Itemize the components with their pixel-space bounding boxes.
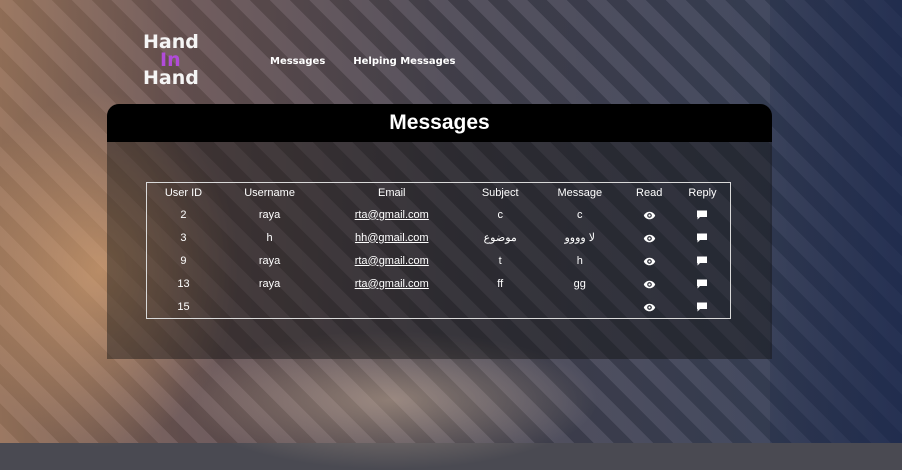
messages-table: User ID Username Email Subject Message R… bbox=[146, 182, 731, 319]
cell-subject: ff bbox=[464, 272, 536, 295]
cell-username: raya bbox=[220, 249, 319, 272]
eye-icon[interactable] bbox=[642, 278, 656, 290]
table-header-row: User ID Username Email Subject Message R… bbox=[147, 183, 730, 203]
comment-icon[interactable] bbox=[695, 301, 709, 313]
cell-message-text: h bbox=[576, 254, 583, 267]
comment-icon[interactable] bbox=[695, 209, 709, 221]
eye-icon[interactable] bbox=[642, 301, 656, 313]
cell-reply bbox=[675, 249, 730, 272]
cell-subject-text: ff bbox=[497, 277, 504, 290]
cell-message: لا وووو bbox=[536, 226, 623, 249]
brand-logo[interactable]: Hand In Hand bbox=[143, 33, 213, 89]
cell-subject: موضوع bbox=[464, 226, 536, 249]
main-nav: Messages Helping Messages bbox=[270, 56, 455, 67]
table-row: 9 raya rta@gmail.com t h bbox=[147, 249, 730, 272]
cell-username: h bbox=[220, 226, 319, 249]
cell-email: rta@gmail.com bbox=[319, 249, 464, 272]
cell-read bbox=[623, 226, 674, 249]
cell-subject: c bbox=[464, 203, 536, 226]
cell-user-id: 3 bbox=[147, 226, 220, 249]
cell-user-id-text: 15 bbox=[177, 300, 190, 313]
cell-reply bbox=[675, 226, 730, 249]
email-link[interactable]: hh@gmail.com bbox=[355, 232, 429, 244]
cell-message: c bbox=[536, 203, 623, 226]
email-link[interactable]: rta@gmail.com bbox=[355, 278, 429, 290]
table-row: 13 raya rta@gmail.com ff gg bbox=[147, 272, 730, 295]
column-header-read: Read bbox=[636, 187, 663, 199]
comment-icon[interactable] bbox=[695, 278, 709, 290]
cell-subject bbox=[464, 295, 536, 318]
page-title: Messages bbox=[389, 111, 490, 134]
column-header-subject: Subject bbox=[481, 187, 519, 199]
cell-email bbox=[319, 295, 464, 318]
cell-username-text: raya bbox=[258, 254, 281, 267]
cell-message: h bbox=[536, 249, 623, 272]
table-row: 2 raya rta@gmail.com c c bbox=[147, 203, 730, 226]
eye-icon[interactable] bbox=[642, 255, 656, 267]
cell-user-id: 13 bbox=[147, 272, 220, 295]
cell-user-id-text: 3 bbox=[180, 231, 187, 244]
cell-subject-text: موضوع bbox=[483, 232, 517, 244]
nav-link-helping-messages[interactable]: Helping Messages bbox=[353, 56, 455, 67]
cell-user-id: 15 bbox=[147, 295, 220, 318]
column-header-email: Email bbox=[378, 187, 406, 199]
column-header-reply: Reply bbox=[688, 187, 717, 199]
cell-user-id-text: 2 bbox=[180, 208, 187, 221]
cell-username: raya bbox=[220, 272, 319, 295]
email-link[interactable]: rta@gmail.com bbox=[355, 255, 429, 267]
cell-email: rta@gmail.com bbox=[319, 272, 464, 295]
comment-icon[interactable] bbox=[695, 232, 709, 244]
cell-email: hh@gmail.com bbox=[319, 226, 464, 249]
cell-message-text: لا وووو bbox=[564, 232, 596, 244]
cell-user-id-text: 9 bbox=[180, 254, 187, 267]
comment-icon[interactable] bbox=[695, 255, 709, 267]
background-shade bbox=[770, 0, 902, 443]
email-link[interactable]: rta@gmail.com bbox=[355, 209, 429, 221]
cell-username-text: raya bbox=[258, 277, 281, 290]
eye-icon[interactable] bbox=[642, 209, 656, 221]
table-row: 15 bbox=[147, 295, 730, 318]
cell-email: rta@gmail.com bbox=[319, 203, 464, 226]
cell-username-text: raya bbox=[258, 208, 281, 221]
cell-subject-text: c bbox=[497, 208, 503, 221]
cell-user-id: 9 bbox=[147, 249, 220, 272]
brand-line-3: Hand bbox=[143, 67, 199, 89]
cell-message-text: gg bbox=[573, 277, 586, 290]
table-row: 3 h hh@gmail.com موضوع لا وووو bbox=[147, 226, 730, 249]
cell-message: gg bbox=[536, 272, 623, 295]
cell-read bbox=[623, 249, 674, 272]
cell-message bbox=[536, 295, 623, 318]
cell-read bbox=[623, 272, 674, 295]
cell-reply bbox=[675, 295, 730, 318]
cell-user-id-text: 13 bbox=[177, 277, 190, 290]
cell-reply bbox=[675, 203, 730, 226]
messages-panel: Messages User ID Username Email Subject … bbox=[107, 104, 772, 359]
column-header-message: Message bbox=[557, 187, 603, 199]
cell-message-text: c bbox=[577, 208, 583, 221]
cell-reply bbox=[675, 272, 730, 295]
nav-link-messages[interactable]: Messages bbox=[270, 56, 325, 67]
cell-username-text: h bbox=[266, 231, 273, 244]
column-header-user-id: User ID bbox=[164, 187, 203, 199]
panel-header: Messages bbox=[107, 104, 772, 142]
column-header-username: Username bbox=[244, 187, 295, 199]
cell-subject-text: t bbox=[498, 254, 502, 267]
eye-icon[interactable] bbox=[642, 232, 656, 244]
cell-read bbox=[623, 203, 674, 226]
cell-subject: t bbox=[464, 249, 536, 272]
cell-username: raya bbox=[220, 203, 319, 226]
cell-user-id: 2 bbox=[147, 203, 220, 226]
cell-read bbox=[623, 295, 674, 318]
cell-username bbox=[220, 295, 319, 318]
